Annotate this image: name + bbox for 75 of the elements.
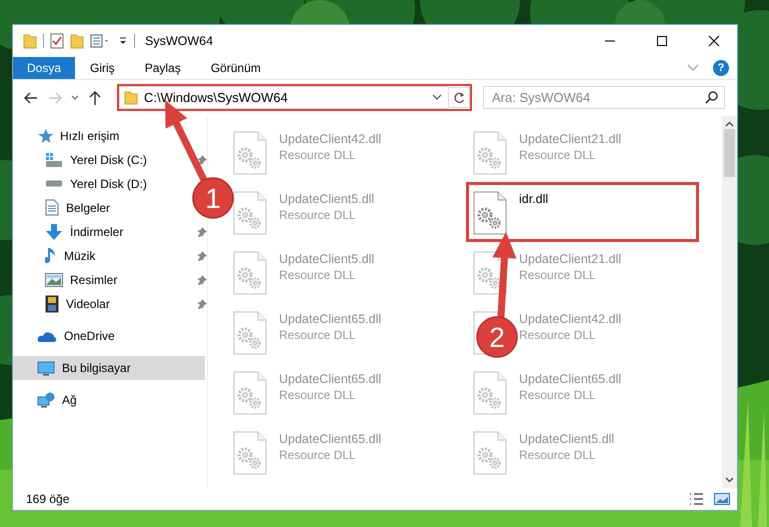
file-type: Resource DLL [519, 388, 596, 402]
sidebar-item[interactable]: Yerel Disk (C:) [13, 148, 185, 172]
sidebar-item[interactable]: Resimler [13, 268, 185, 292]
file-type: Resource DLL [519, 448, 596, 462]
window-title: SysWOW64 [145, 34, 214, 48]
gear-file-icon [233, 370, 267, 415]
image-icon [45, 272, 63, 287]
network-icon [37, 392, 55, 408]
sidebar-item[interactable]: Bu bilgisayar [13, 356, 205, 380]
sidebar-item[interactable]: Hızlı erişim [13, 124, 161, 148]
gear-file-icon [233, 430, 267, 475]
scroll-down-icon [725, 477, 734, 484]
download-icon [45, 222, 63, 241]
search-field[interactable]: Ara: SysWOW64 [483, 86, 725, 110]
chevron-down-icon [687, 64, 699, 72]
search-icon [705, 91, 718, 104]
image-icon [714, 493, 730, 506]
file-type: Resource DLL [279, 268, 356, 282]
file-type: Resource DLL [279, 448, 356, 462]
file-type: Resource DLL [279, 388, 356, 402]
gear-file-icon [233, 130, 267, 175]
scroll-up-icon [725, 120, 734, 127]
star-icon [37, 128, 53, 144]
gear-file-icon [233, 190, 267, 235]
file-name[interactable]: idr.dll [519, 192, 548, 206]
arrow-left-icon [23, 90, 39, 105]
step-badge: 2 [476, 316, 518, 358]
gear-file-icon [473, 190, 507, 235]
music-note-icon [45, 246, 57, 265]
file-type: Resource DLL [519, 268, 596, 282]
gear-file-icon [473, 370, 507, 415]
drive-icon [45, 152, 63, 168]
tiles-view-button[interactable] [711, 493, 733, 506]
sidebar-item[interactable]: Videolar [13, 292, 185, 316]
gear-file-icon [473, 430, 507, 475]
scrollbar-thumb[interactable] [724, 128, 735, 177]
gear-file-icon [233, 310, 267, 355]
step-badge: 1 [192, 177, 234, 219]
chevron-down-icon [432, 94, 442, 102]
sidebar-item[interactable]: İndirmeler [13, 220, 185, 244]
folder-icon [70, 33, 84, 49]
drive-icon [45, 180, 63, 188]
list-view-icon [688, 492, 704, 506]
ribbon-tab[interactable]: Paylaş [130, 57, 196, 79]
sidebar-item[interactable]: Ağ [13, 388, 161, 412]
document-icon [45, 199, 59, 216]
help-button[interactable]: ? [713, 60, 729, 76]
gear-file-icon [473, 130, 507, 175]
refresh-button[interactable] [448, 87, 470, 108]
file-type: Resource DLL [279, 148, 356, 162]
gear-file-icon [473, 250, 507, 295]
gear-file-icon [233, 250, 267, 295]
refresh-icon [453, 92, 465, 104]
file-type: Resource DLL [279, 208, 356, 222]
file-tab[interactable]: Dosya [13, 57, 76, 79]
checklist-icon [50, 33, 64, 49]
address-field[interactable]: C:\Windows\SysWOW64 [119, 86, 448, 110]
ribbon-tab[interactable]: Görünüm [196, 57, 276, 79]
arrow-up-icon [88, 90, 102, 106]
folder-icon [124, 90, 138, 105]
ribbon-tab[interactable]: Giriş [75, 57, 130, 79]
sidebar-item[interactable]: Müzik [13, 244, 185, 268]
monitor-icon [37, 360, 55, 376]
film-icon [45, 294, 59, 313]
sidebar-item[interactable]: Belgeler [13, 196, 185, 220]
sidebar-item[interactable]: OneDrive [13, 324, 161, 348]
file-type: Resource DLL [519, 328, 596, 342]
arrow-right-icon [47, 90, 63, 105]
cloud-icon [37, 330, 57, 342]
chevron-down-icon [71, 94, 79, 101]
sidebar-item[interactable]: Yerel Disk (D:) [13, 172, 185, 196]
file-type: Resource DLL [519, 148, 596, 162]
folder-icon [23, 33, 37, 49]
item-count: 169 öğe [26, 492, 70, 506]
file-type: Resource DLL [279, 328, 356, 342]
